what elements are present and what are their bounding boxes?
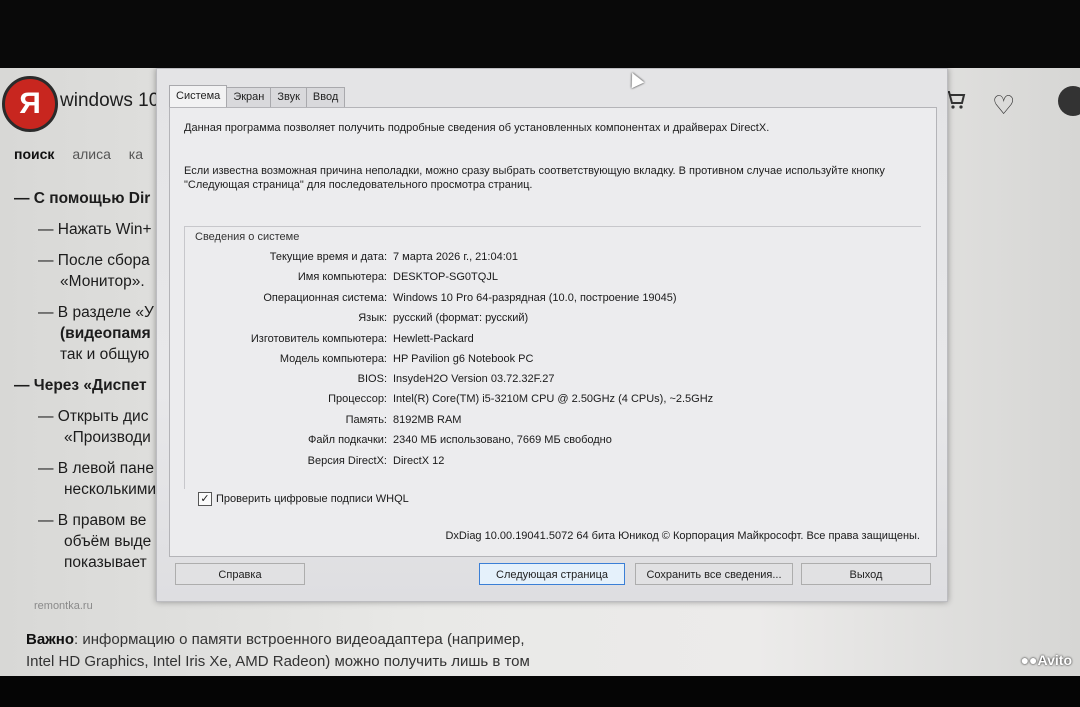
info-value: русский (формат: русский) — [393, 312, 529, 324]
info-row-os: Операционная система: Windows 10 Pro 64-р… — [185, 292, 921, 310]
system-tab-panel: Данная программа позволяет получить подр… — [169, 107, 937, 557]
exit-button[interactable]: Выход — [801, 563, 931, 585]
article-line: — После сбора — [38, 252, 150, 269]
avatar[interactable] — [1058, 86, 1080, 116]
article-line: несколькими — [64, 481, 157, 498]
info-value: 2340 МБ использовано, 7669 МБ свободно — [393, 434, 612, 446]
info-label: Память: — [345, 414, 387, 426]
group-title: Сведения о системе — [193, 231, 302, 243]
tab-search[interactable]: поиск — [14, 146, 54, 162]
yandex-logo[interactable]: Я — [2, 76, 58, 132]
article-line: — С помощью Dir — [14, 190, 151, 207]
tab-input[interactable]: Ввод — [305, 87, 346, 107]
article-line: так и общую — [60, 346, 150, 363]
whql-checkbox[interactable]: ✓ — [198, 492, 212, 506]
info-label: Операционная система: — [263, 292, 387, 304]
info-row-model: Модель компьютера: HP Pavilion g6 Noteboo… — [185, 353, 921, 371]
article-line: (видеопамя — [60, 325, 151, 342]
article-text: — С помощью Dir — Нажать Win+ — После сб… — [14, 188, 164, 573]
info-row-bios: BIOS: InsydeH2O Version 03.72.32F.27 — [185, 373, 921, 391]
article-line: объём выде — [64, 533, 152, 550]
whql-label: Проверить цифровые подписи WHQL — [216, 493, 409, 505]
note-bold: Важно — [26, 631, 75, 648]
info-label: Имя компьютера: — [297, 271, 387, 283]
tab-system[interactable]: Система — [169, 85, 228, 107]
article-line: — В правом ве — [38, 512, 147, 529]
article-line: «Монитор». — [60, 273, 145, 290]
tab-alice[interactable]: алиса — [72, 146, 111, 162]
hint-text: Если известна возможная причина неполадк… — [184, 165, 885, 191]
article-line: — В разделе «У — [38, 304, 154, 321]
info-label: Изготовитель компьютера: — [250, 333, 387, 345]
info-row-processor: Процессор: Intel(R) Core(TM) i5-3210M CPU… — [185, 393, 921, 411]
info-row-pagefile: Файл подкачки: 2340 МБ использовано, 7669… — [185, 434, 921, 452]
tab-other[interactable]: ка — [129, 146, 143, 162]
info-row-directx: Версия DirectX: DirectX 12 — [185, 455, 921, 473]
info-label: Язык: — [358, 312, 387, 324]
save-all-info-button[interactable]: Сохранить все сведения... — [635, 563, 793, 585]
info-row-datetime: Текущие время и дата: 7 марта 2026 г., 21… — [185, 251, 921, 269]
tab-sound[interactable]: Звук — [270, 87, 307, 107]
copyright-text: DxDiag 10.00.19041.5072 64 бита Юникод ©… — [445, 530, 920, 542]
article-line: показывает — [64, 554, 147, 571]
dxdiag-dialog: Система Экран Звук Ввод Данная программа… — [156, 68, 948, 602]
article-line: — Открыть дис — [38, 408, 149, 425]
next-page-button[interactable]: Следующая страница — [479, 563, 625, 585]
system-info-group: Сведения о системе Текущие время и дата:… — [184, 226, 921, 489]
help-button[interactable]: Справка — [175, 563, 305, 585]
info-label: Файл подкачки: — [307, 434, 387, 446]
info-label: Текущие время и дата: — [269, 251, 387, 263]
heart-icon[interactable]: ♡ — [992, 90, 1015, 121]
note-paragraph: Важно: информацию о памяти встроенного в… — [26, 629, 530, 673]
info-value: DESKTOP-SG0TQJL — [393, 271, 498, 283]
info-label: BIOS: — [357, 373, 387, 385]
avito-watermark: ●●Avito — [1020, 652, 1072, 668]
info-row-language: Язык: русский (формат: русский) — [185, 312, 921, 330]
info-value: 7 марта 2026 г., 21:04:01 — [393, 251, 519, 263]
article-line: «Производи — [64, 429, 151, 446]
dialog-tabbar: Система Экран Звук Ввод — [169, 85, 346, 107]
photo-top-band — [0, 0, 1080, 68]
info-label: Модель компьютера: — [279, 353, 387, 365]
source-link[interactable]: remontka.ru — [34, 600, 93, 612]
info-value: Intel(R) Core(TM) i5-3210M CPU @ 2.50GHz… — [393, 393, 714, 405]
info-row-computer-name: Имя компьютера: DESKTOP-SG0TQJL — [185, 271, 921, 289]
article-line: — Через «Диспет — [14, 377, 147, 394]
info-value: Hewlett-Packard — [393, 333, 474, 345]
note-text-1: : информацию о памяти встроенного видеоа… — [74, 631, 525, 648]
info-row-memory: Память: 8192MB RAM — [185, 414, 921, 432]
info-value: InsydeH2O Version 03.72.32F.27 — [393, 373, 555, 385]
note-text-2: Intel HD Graphics, Intel Iris Xe, AMD Ra… — [26, 653, 530, 670]
info-label: Версия DirectX: — [307, 455, 387, 467]
search-query-text[interactable]: windows 10 — [60, 90, 159, 112]
intro-text: Данная программа позволяет получить подр… — [184, 122, 770, 134]
search-tabs: поиск алиса ка — [14, 146, 157, 162]
info-value: HP Pavilion g6 Notebook PC — [393, 353, 534, 365]
info-value: 8192MB RAM — [393, 414, 462, 426]
photo-bottom-band — [0, 676, 1080, 707]
info-value: Windows 10 Pro 64-разрядная (10.0, постр… — [393, 292, 677, 304]
article-line: — В левой пане — [38, 460, 154, 477]
whql-checkbox-row[interactable]: ✓ Проверить цифровые подписи WHQL — [198, 492, 409, 506]
article-line: — Нажать Win+ — [38, 221, 152, 238]
info-value: DirectX 12 — [393, 455, 445, 467]
info-label: Процессор: — [328, 393, 387, 405]
tab-display[interactable]: Экран — [226, 87, 272, 107]
info-row-manufacturer: Изготовитель компьютера: Hewlett-Packard — [185, 333, 921, 351]
